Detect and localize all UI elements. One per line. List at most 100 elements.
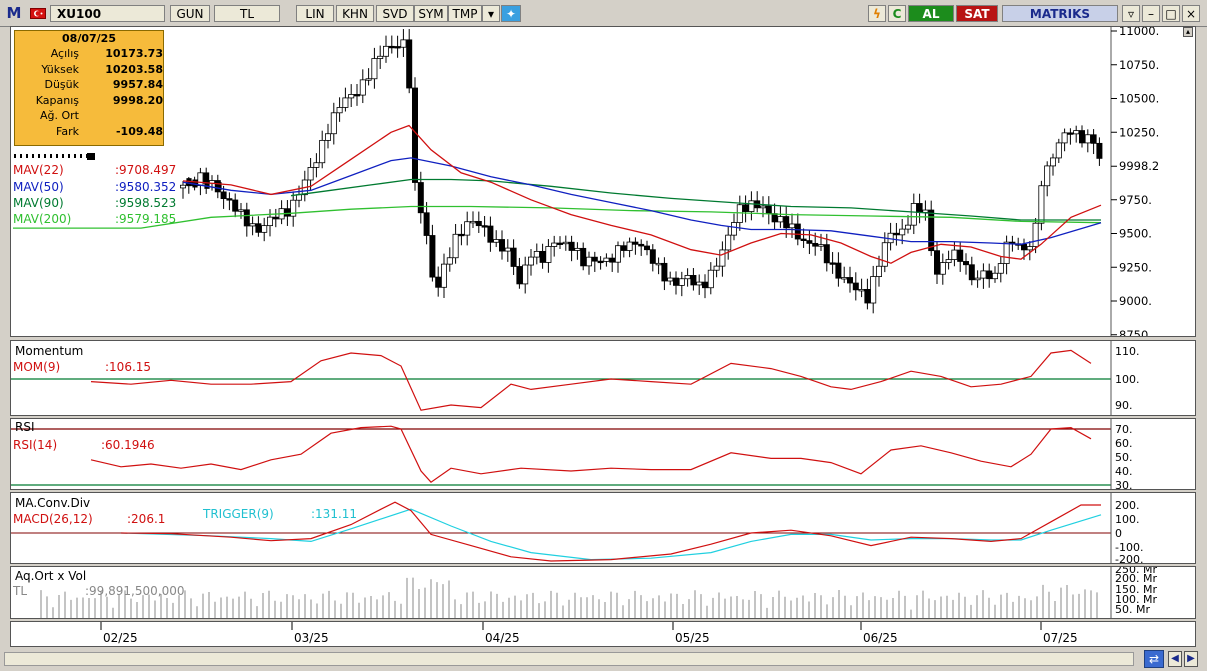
- info-row-diff: Fark -109.48: [56, 124, 163, 138]
- candle-body: [237, 209, 244, 212]
- candle-body: [626, 241, 633, 251]
- info-row-low: Düşük 9957.84: [44, 78, 163, 91]
- scroll-left-button[interactable]: ◀: [1168, 651, 1182, 667]
- scroll-right-button[interactable]: ▶: [1184, 651, 1198, 667]
- horizontal-scrollbar[interactable]: [4, 652, 1134, 666]
- macd-title: MA.Conv.Div: [15, 496, 90, 510]
- legend-dot: [44, 154, 46, 158]
- khn-button[interactable]: KHN: [336, 5, 374, 22]
- candle-body: [928, 209, 935, 252]
- candle-body: [1038, 185, 1045, 224]
- arrow-right-icon: ▶: [1187, 653, 1195, 664]
- dropdown-button[interactable]: ▾: [482, 5, 500, 22]
- maximize-button[interactable]: □: [1162, 5, 1180, 22]
- tmp-button[interactable]: TMP: [448, 5, 482, 22]
- candle-body: [1067, 132, 1074, 135]
- macd-chart[interactable]: MA.Conv.Div MACD(26,12) :206.1 TRIGGER(9…: [11, 493, 1195, 566]
- flag-icon[interactable]: [30, 8, 46, 19]
- rsi-title: RSI: [15, 420, 35, 434]
- candle-body: [997, 263, 1004, 274]
- candle-body: [232, 199, 239, 212]
- legend-dot: [80, 154, 82, 158]
- twitter-button[interactable]: ✦: [501, 5, 521, 22]
- currency-button[interactable]: TL: [214, 5, 280, 22]
- rsi-ytick-60: 60.: [1115, 437, 1133, 450]
- legend-dot: [74, 154, 76, 158]
- svd-button[interactable]: SVD: [376, 5, 414, 22]
- candle-body: [603, 257, 610, 262]
- rsi-label: RSI(14): [13, 438, 57, 452]
- minimize-button[interactable]: ▿: [1122, 5, 1140, 22]
- candle-body: [423, 212, 430, 236]
- momentum-title: Momentum: [15, 344, 83, 358]
- momentum-ytick-100: 100.: [1115, 373, 1140, 386]
- legend-dot: [26, 154, 28, 158]
- legend-marker: [87, 153, 95, 160]
- candle-body: [1096, 142, 1103, 159]
- candle-body: [620, 245, 627, 251]
- restore-button[interactable]: –: [1142, 5, 1160, 22]
- candle-body: [876, 265, 883, 277]
- momentum-panel[interactable]: Momentum MOM(9) :106.15 110. 100. 90.: [10, 340, 1196, 416]
- candle-body: [945, 259, 952, 264]
- refresh-button[interactable]: C: [888, 5, 906, 22]
- candle-body: [899, 228, 906, 236]
- candle-body: [881, 242, 888, 267]
- candle-body: [493, 239, 500, 243]
- candle-body: [992, 272, 999, 280]
- candle-body: [382, 45, 389, 57]
- candle-body: [736, 204, 743, 223]
- candle-body: [823, 244, 830, 264]
- ohlc-info-box: 08/07/25 Açılış 10173.73 Yüksek 10203.58 D…: [14, 30, 164, 146]
- linear-button[interactable]: LIN: [296, 5, 334, 22]
- momentum-ytick-110: 110.: [1115, 345, 1140, 358]
- mav200-label: MAV(200): [13, 212, 71, 226]
- volume-panel[interactable]: Aq.Ort x Vol TL :99,891,500,000 250. Mr …: [10, 563, 1196, 619]
- period-button[interactable]: GUN: [170, 5, 210, 22]
- candle-body: [771, 213, 778, 223]
- sell-button[interactable]: SAT: [956, 5, 998, 22]
- symbol-field[interactable]: XU100: [50, 5, 165, 22]
- candle-body: [255, 223, 262, 233]
- candle-body: [806, 240, 813, 244]
- candle-body: [226, 198, 233, 201]
- candle-body: [794, 223, 801, 240]
- candle-body: [1050, 157, 1057, 167]
- candle-body: [1044, 165, 1051, 187]
- candle-body: [359, 79, 366, 96]
- buy-button[interactable]: AL: [908, 5, 954, 22]
- rsi-chart[interactable]: RSI RSI(14) :60.1946 70. 60. 50. 40. 30.: [11, 419, 1195, 492]
- candle-body: [394, 46, 401, 49]
- macd-panel[interactable]: MA.Conv.Div MACD(26,12) :206.1 TRIGGER(9…: [10, 492, 1196, 566]
- scroll-up-button[interactable]: ▴: [1183, 27, 1193, 37]
- candle-body: [580, 247, 587, 267]
- candle-body: [1003, 241, 1010, 264]
- volume-label: TL: [12, 584, 27, 598]
- mav90-value: :9598.523: [115, 196, 176, 210]
- arrow-up-icon: ▴: [1185, 27, 1190, 36]
- candle-body: [852, 282, 859, 291]
- candle-body: [905, 224, 912, 230]
- rsi-ytick-50: 50.: [1115, 451, 1133, 464]
- close-button[interactable]: ×: [1182, 5, 1200, 22]
- status-bar: ⇄ ◀ ▶: [0, 648, 1207, 671]
- candle-body: [243, 209, 250, 227]
- x-label-mar: 03/25: [294, 631, 329, 645]
- candle-body: [864, 289, 871, 304]
- momentum-chart[interactable]: Momentum MOM(9) :106.15 110. 100. 90.: [11, 341, 1195, 415]
- logo-button[interactable]: M: [4, 5, 24, 22]
- sync-button[interactable]: ⇄: [1144, 650, 1164, 668]
- candle-body: [568, 241, 575, 251]
- momentum-line: [90, 349, 1092, 411]
- price-chart-panel[interactable]: 11000. 10750. 10500. 10250. 9998.2 9750. 9500.…: [10, 24, 1196, 342]
- price-chart[interactable]: 11000. 10750. 10500. 10250. 9998.2 9750. 9500.…: [11, 24, 1195, 342]
- y-tick-label: 10750.: [1119, 58, 1159, 72]
- candle-body: [661, 262, 668, 282]
- flash-button[interactable]: ϟ: [868, 5, 886, 22]
- candle-body: [910, 203, 917, 226]
- volume-chart[interactable]: Aq.Ort x Vol TL :99,891,500,000 250. Mr …: [11, 563, 1195, 618]
- volume-ytick-50: 50. Mr: [1115, 603, 1150, 616]
- candle-body: [713, 265, 720, 271]
- rsi-panel[interactable]: RSI RSI(14) :60.1946 70. 60. 50. 40. 30.: [10, 418, 1196, 492]
- sym-button[interactable]: SYM: [414, 5, 448, 22]
